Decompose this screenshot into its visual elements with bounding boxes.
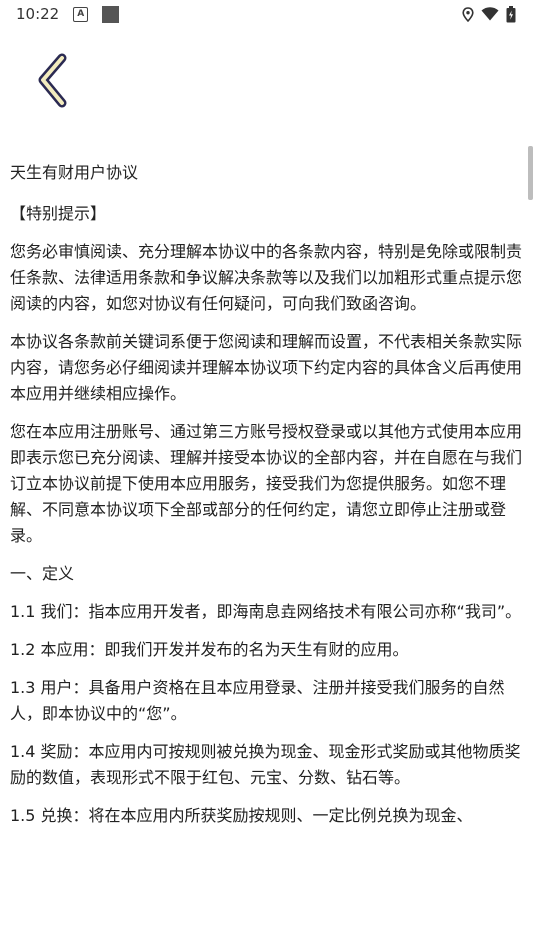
- special-notice: 【特别提示】: [10, 204, 107, 223]
- battery-icon: [506, 5, 516, 22]
- status-bar: 10:22 A: [0, 0, 534, 28]
- paragraph: 您在本应用注册账号、通过第三方账号授权登录或以其他方式使用本应用即表示您已充分阅…: [10, 422, 523, 545]
- agreement-content: 天生有财用户协议 【特别提示】 您务必审慎阅读、充分理解本协议中的各条款内容，特…: [10, 160, 526, 841]
- chevron-left-icon: [38, 53, 67, 108]
- square-icon: [102, 5, 120, 23]
- page-title: 天生有财用户协议: [10, 163, 139, 182]
- status-time: 10:22: [16, 5, 60, 23]
- app-a-icon: A: [73, 6, 89, 22]
- section-heading: 一、定义: [10, 564, 75, 583]
- definition-item: 1.5 兑换：将在本应用内所获奖励按规则、一定比例兑换为现金、: [10, 806, 473, 825]
- status-right: [462, 5, 516, 23]
- paragraph: 您务必审慎阅读、充分理解本协议中的各条款内容，特别是免除或限制责任条款、法律适用…: [10, 242, 523, 313]
- definition-item: 1.2 本应用：即我们开发并发布的名为天生有财的应用。: [10, 640, 409, 659]
- status-left: 10:22 A: [16, 5, 120, 23]
- wifi-icon: [481, 7, 499, 21]
- back-button[interactable]: [28, 52, 76, 110]
- definition-item: 1.3 用户：具备用户资格在且本应用登录、注册并接受我们服务的自然人，即本协议中…: [10, 678, 505, 723]
- definition-item: 1.4 奖励：本应用内可按规则被兑换为现金、现金形式奖励或其他物质奖励的数值，表…: [10, 742, 521, 787]
- location-icon: [462, 6, 474, 22]
- definition-item: 1.1 我们：指本应用开发者，即海南息垚网络技术有限公司亦称“我司”。: [10, 602, 522, 621]
- scrollbar[interactable]: [528, 146, 533, 200]
- paragraph: 本协议各条款前关键词系便于您阅读和理解而设置，不代表相关条款实际内容，请您务必仔…: [10, 332, 523, 403]
